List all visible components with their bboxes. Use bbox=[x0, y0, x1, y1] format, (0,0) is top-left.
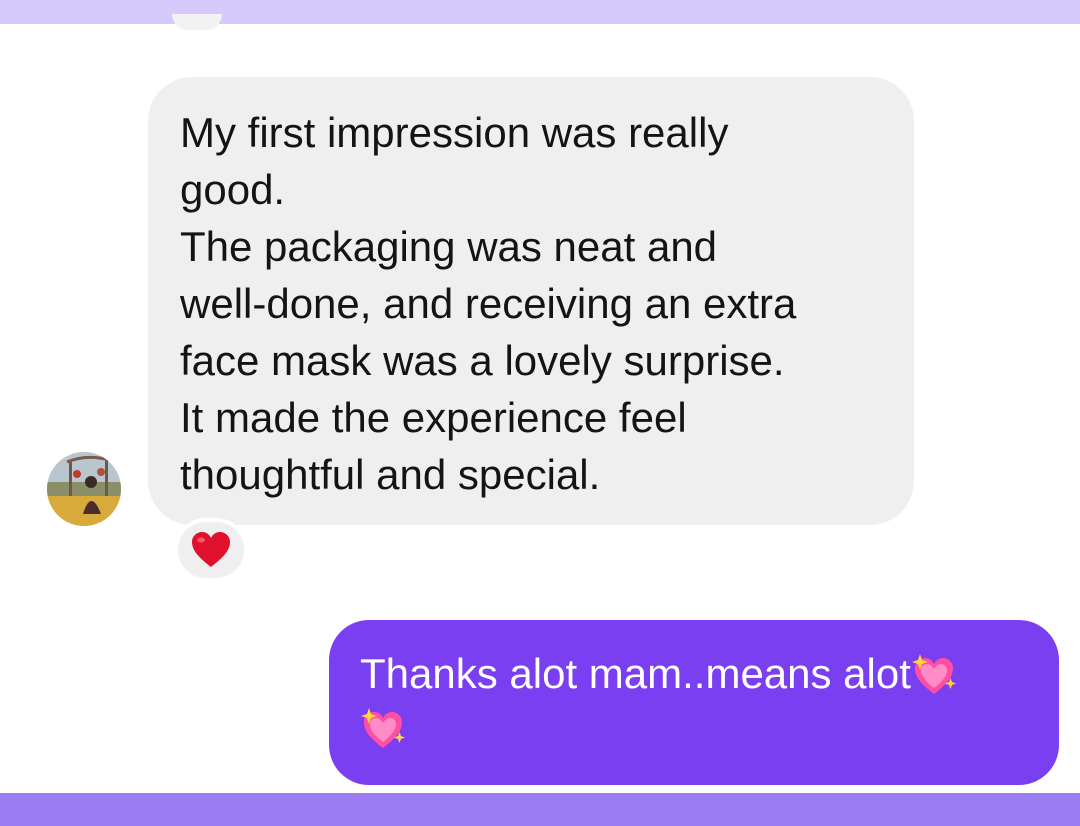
top-band bbox=[0, 0, 1080, 24]
outgoing-text: Thanks alot mam..means alot bbox=[360, 650, 911, 697]
incoming-line: The packaging was neat and bbox=[180, 223, 718, 270]
incoming-message-text: My first impression was really good. The… bbox=[180, 104, 900, 503]
incoming-line: It made the experience feel bbox=[180, 394, 687, 441]
incoming-line: thoughtful and special. bbox=[180, 451, 601, 498]
incoming-line: well-done, and receiving an extra bbox=[180, 280, 797, 327]
previous-reaction-chip bbox=[172, 14, 222, 30]
sender-avatar[interactable] bbox=[47, 452, 121, 526]
outgoing-message-bubble[interactable] bbox=[329, 620, 1059, 785]
sparkling-heart-icon bbox=[360, 706, 406, 752]
incoming-line: My first impression was really bbox=[180, 109, 729, 156]
reaction-chip[interactable] bbox=[174, 518, 248, 582]
bottom-band bbox=[0, 793, 1080, 826]
incoming-line: face mask was a lovely surprise. bbox=[180, 337, 785, 384]
incoming-line: good. bbox=[180, 166, 286, 213]
heart-icon bbox=[192, 532, 230, 567]
avatar-photo bbox=[47, 452, 121, 526]
sparkling-heart-icon bbox=[911, 652, 957, 698]
outgoing-message-text: Thanks alot mam..means alot bbox=[360, 646, 1060, 702]
